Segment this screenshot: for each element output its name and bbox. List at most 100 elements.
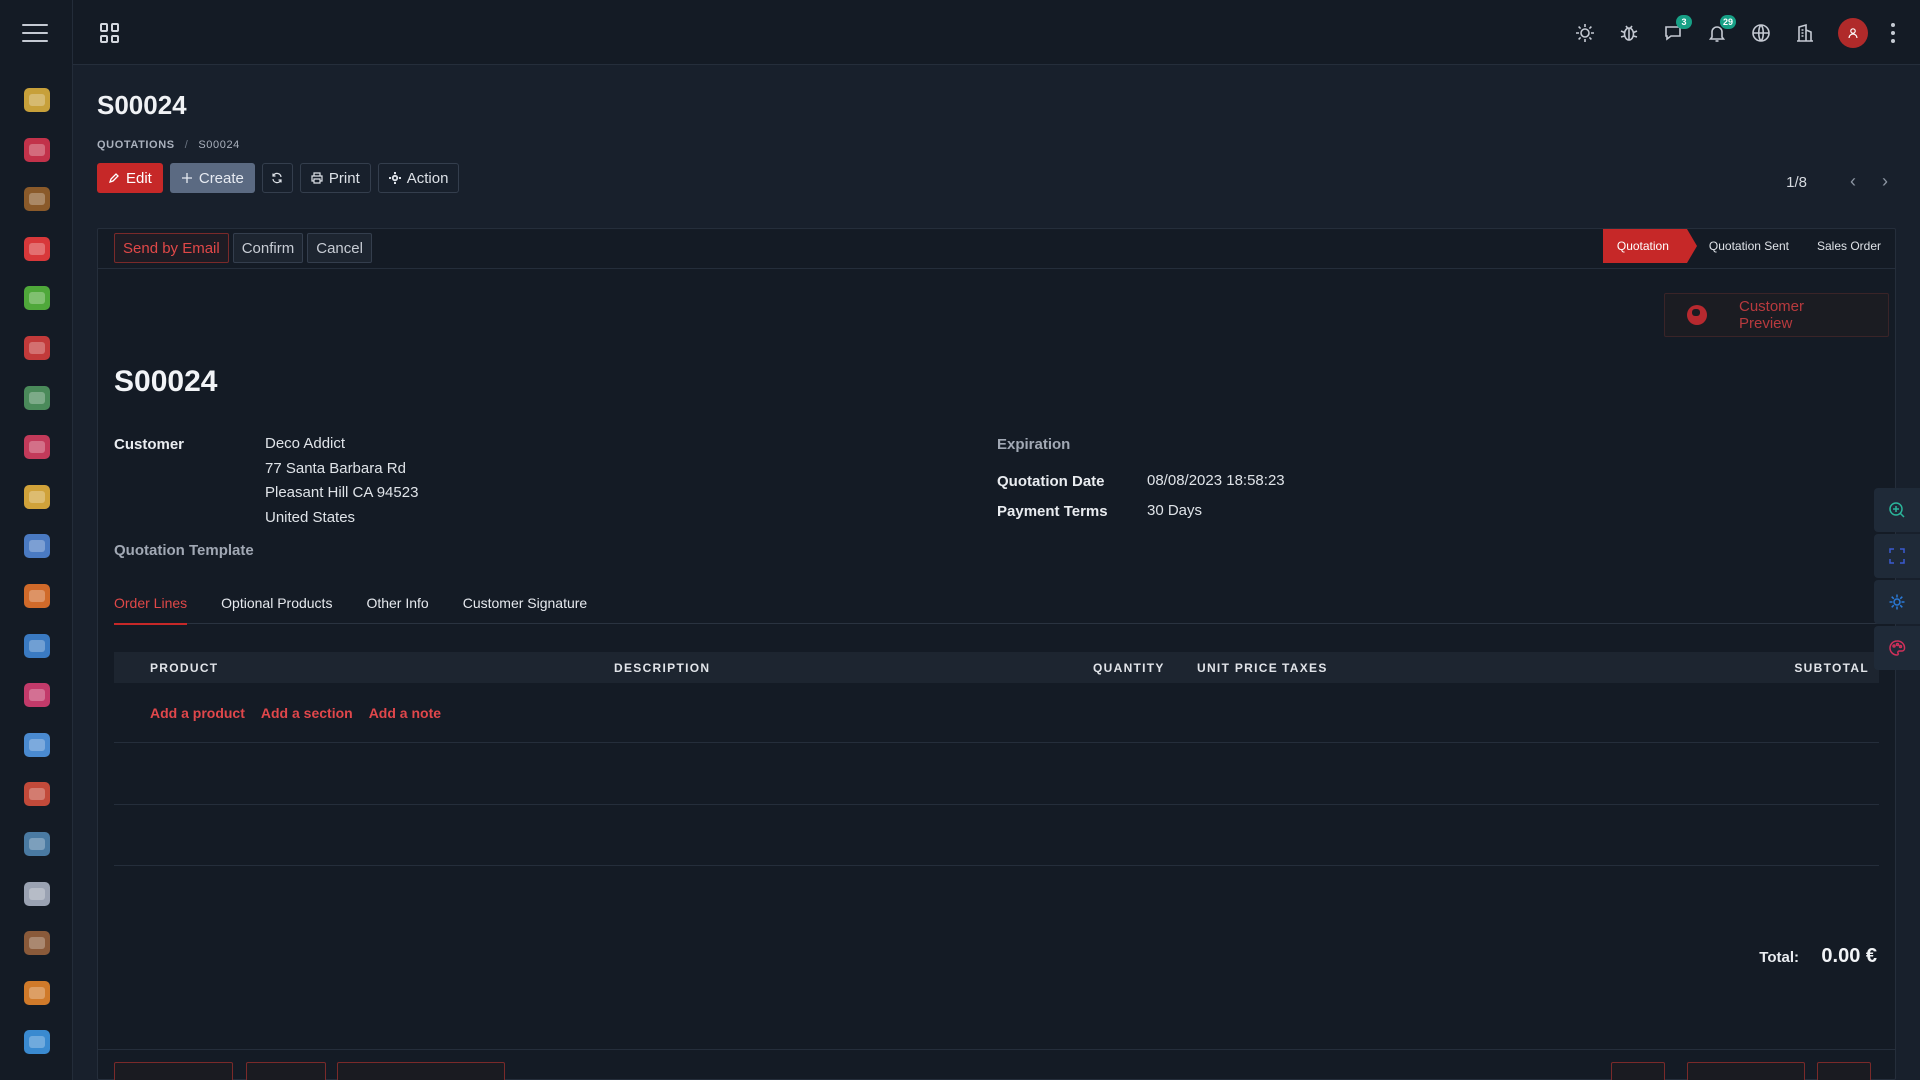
chatter-bar: [98, 1049, 1895, 1080]
app-employees-icon[interactable]: [21, 778, 53, 810]
app-events-icon[interactable]: [21, 679, 53, 711]
globe-icon: [1687, 305, 1707, 325]
chevron-right-icon[interactable]: ›: [1882, 172, 1888, 190]
add-product-link[interactable]: Add a product: [150, 705, 245, 721]
action-button[interactable]: Action: [377, 163, 460, 193]
tab-optional-products[interactable]: Optional Products: [221, 595, 332, 624]
sun-icon[interactable]: [1574, 22, 1596, 44]
bug-icon[interactable]: [1618, 22, 1640, 44]
app-expenses-icon[interactable]: [21, 530, 53, 562]
schedule-activity-button[interactable]: [337, 1062, 505, 1080]
app-fleet-icon[interactable]: [21, 828, 53, 860]
hamburger-menu-icon[interactable]: [22, 22, 48, 44]
app-purchase-icon[interactable]: [21, 580, 53, 612]
customer-preview-button[interactable]: Customer Preview: [1664, 293, 1889, 337]
gear-icon: [388, 172, 401, 184]
app-crm-icon[interactable]: [21, 233, 53, 265]
customer-field[interactable]: Deco Addict 77 Santa Barbara Rd Pleasant…: [265, 432, 418, 530]
log-note-button[interactable]: [246, 1062, 326, 1080]
bell-icon[interactable]: 29: [1706, 15, 1736, 44]
stage-quotation-sent[interactable]: Quotation Sent: [1695, 229, 1803, 263]
app-notes-icon[interactable]: [21, 481, 53, 513]
column-quantity[interactable]: QUANTITY: [1093, 661, 1165, 675]
tab-order-lines[interactable]: Order Lines: [114, 595, 188, 625]
column-subtotal[interactable]: SUBTOTAL: [1794, 661, 1869, 675]
palette-icon[interactable]: [1874, 626, 1920, 670]
customer-address-line3: United States: [265, 508, 356, 526]
app-maintenance-icon[interactable]: [21, 878, 53, 910]
app-invoicing-icon[interactable]: [21, 382, 53, 414]
customer-address-line2: Pleasant Hill CA 94523: [265, 484, 419, 501]
bell-badge: 29: [1719, 15, 1736, 29]
chevron-left-icon[interactable]: ‹: [1850, 172, 1856, 190]
edit-button[interactable]: Edit: [97, 163, 163, 193]
settings-icon[interactable]: [1874, 580, 1920, 624]
order-line-add-links: Add a product Add a section Add a note: [150, 705, 441, 721]
app-dashboards-icon[interactable]: [21, 332, 53, 364]
cancel-button[interactable]: Cancel: [307, 233, 372, 263]
app-discuss-icon[interactable]: [21, 84, 53, 116]
app-surveys-icon[interactable]: [21, 977, 53, 1009]
send-message-button[interactable]: [114, 1062, 233, 1080]
app-contacts-icon[interactable]: [21, 183, 53, 215]
app-settings-icon[interactable]: [21, 729, 53, 761]
table-row-divider: [114, 865, 1879, 866]
quotation-date-field[interactable]: 08/08/2023 18:58:23: [1147, 469, 1285, 494]
chat-badge: 3: [1676, 15, 1692, 29]
form-sheet: Send by Email Confirm Cancel Quotation Q…: [97, 228, 1896, 1080]
print-button[interactable]: Print: [299, 163, 371, 193]
app-purchase-glyph: [23, 583, 50, 608]
expiration-label: Expiration: [997, 436, 1071, 453]
app-wallet-icon[interactable]: [21, 927, 53, 959]
app-events-glyph: [23, 683, 50, 708]
app-inventory-icon[interactable]: [21, 630, 53, 662]
app-settings-glyph: [23, 732, 50, 757]
app-website-icon[interactable]: [21, 431, 53, 463]
table-row-divider: [114, 804, 1879, 805]
app-sales-icon[interactable]: [21, 282, 53, 314]
followers-button[interactable]: [1817, 1062, 1871, 1080]
apps-grid-icon[interactable]: [100, 23, 120, 43]
app-livechat-icon[interactable]: [21, 1026, 53, 1058]
column-description[interactable]: DESCRIPTION: [614, 661, 710, 675]
app-sales-glyph: [23, 286, 50, 311]
building-icon[interactable]: [1794, 22, 1816, 44]
stage-sales-order[interactable]: Sales Order: [1803, 229, 1895, 263]
app-calendar-icon[interactable]: [21, 134, 53, 166]
zoom-in-icon[interactable]: [1874, 488, 1920, 532]
record-name: S00024: [114, 365, 218, 398]
avatar[interactable]: [1838, 18, 1868, 48]
column-taxes[interactable]: TAXES: [1282, 661, 1328, 675]
tab-other-info[interactable]: Other Info: [366, 595, 428, 624]
app-contacts-glyph: [23, 187, 50, 212]
tab-customer-signature[interactable]: Customer Signature: [463, 595, 588, 624]
refresh-button[interactable]: [261, 163, 293, 193]
pager-nav: ‹ ›: [1850, 172, 1888, 190]
add-section-link[interactable]: Add a section: [261, 705, 353, 721]
attachments-button[interactable]: [1611, 1062, 1665, 1080]
page-title: S00024: [97, 90, 187, 120]
confirm-button[interactable]: Confirm: [232, 233, 304, 263]
quotation-template-label: Quotation Template: [114, 542, 254, 559]
kebab-icon[interactable]: [1890, 23, 1896, 43]
app-employees-glyph: [23, 782, 50, 807]
chat-icon[interactable]: 3: [1662, 15, 1692, 44]
add-note-link[interactable]: Add a note: [369, 705, 441, 721]
app-website-glyph: [23, 435, 50, 460]
pager-value[interactable]: 1/8: [1786, 174, 1807, 191]
globe-icon[interactable]: [1750, 22, 1772, 44]
create-button[interactable]: Create: [169, 163, 255, 193]
app-fleet-glyph: [23, 831, 50, 856]
column-product[interactable]: PRODUCT: [150, 661, 218, 675]
payment-terms-field[interactable]: 30 Days: [1147, 499, 1202, 524]
expand-icon[interactable]: [1874, 534, 1920, 578]
column-unit-price[interactable]: UNIT PRICE: [1197, 661, 1278, 675]
send-by-email-button[interactable]: Send by Email: [114, 233, 229, 263]
stage-quotation[interactable]: Quotation: [1602, 229, 1697, 263]
quotation-date-label: Quotation Date: [997, 473, 1105, 490]
app-calendar-glyph: [23, 137, 50, 162]
action-button-label: Action: [406, 169, 449, 187]
breadcrumb-quotations-link[interactable]: QUOTATIONS: [97, 139, 175, 151]
app-dashboards-glyph: [23, 335, 50, 360]
following-button[interactable]: [1687, 1062, 1805, 1080]
